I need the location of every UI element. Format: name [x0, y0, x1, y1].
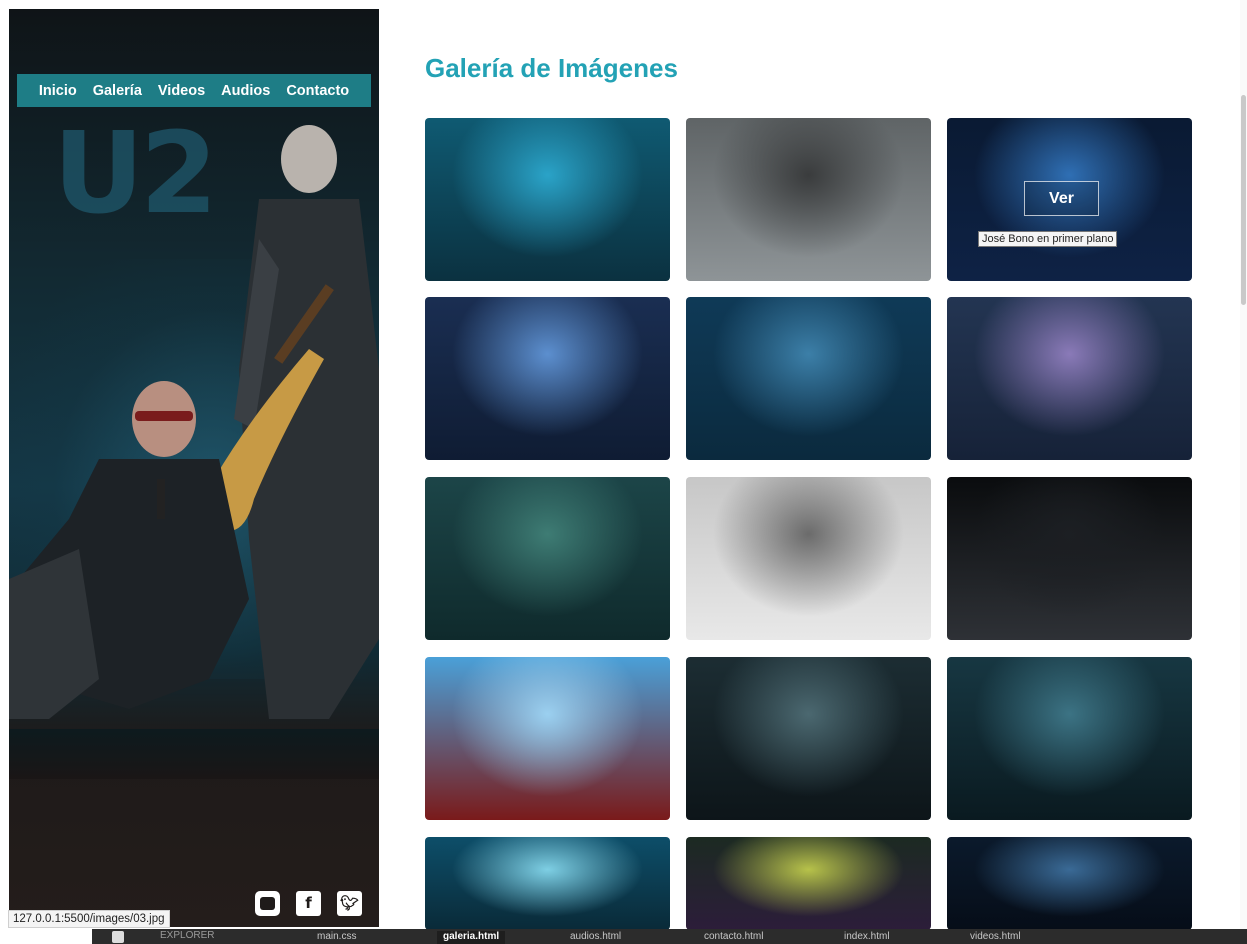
view-image-button[interactable]: Ver — [1024, 181, 1099, 216]
status-bar-url: 127.0.0.1:5500/images/03.jpg — [8, 910, 170, 928]
gallery-image-card[interactable] — [425, 657, 670, 820]
explorer-label[interactable]: EXPLORER — [160, 930, 214, 941]
singer-glasses — [135, 411, 193, 421]
page-scrollbar[interactable] — [1240, 0, 1247, 930]
sidebar: U2 Inicio Galería Videos Audios Contacto — [9, 9, 379, 927]
nav-item-videos[interactable]: Videos — [158, 83, 205, 99]
scrollbar-thumb[interactable] — [1241, 95, 1246, 305]
gallery-image — [425, 118, 670, 281]
page: U2 Inicio Galería Videos Audios Contacto — [0, 0, 1247, 944]
twitter-icon[interactable]: 🐦︎ — [337, 891, 362, 916]
gallery-image — [686, 477, 931, 640]
editor-tab[interactable]: videos.html — [970, 931, 1021, 944]
page-title: Galería de Imágenes — [425, 53, 678, 83]
gallery-image-card[interactable] — [425, 837, 670, 930]
gallery-image — [686, 837, 931, 930]
gallery-image-card[interactable] — [947, 477, 1192, 640]
gallery-image-card[interactable] — [947, 657, 1192, 820]
nav-item-inicio[interactable]: Inicio — [39, 83, 77, 99]
gallery-image-card[interactable] — [686, 657, 931, 820]
editor-tab[interactable]: contacto.html — [704, 931, 763, 944]
editor-tab-active[interactable]: galeria.html — [437, 931, 506, 944]
files-icon[interactable] — [112, 931, 124, 943]
main-nav: Inicio Galería Videos Audios Contacto — [17, 74, 371, 107]
editor-tab-bar: EXPLORER main.css galeria.html audios.ht… — [92, 929, 1247, 944]
editor-tab[interactable]: main.css — [317, 931, 356, 944]
gallery-image — [686, 118, 931, 281]
gallery-image — [686, 657, 931, 820]
youtube-icon[interactable] — [255, 891, 280, 916]
gallery-image — [947, 297, 1192, 460]
gallery-image — [947, 837, 1192, 930]
nav-item-audios[interactable]: Audios — [221, 83, 270, 99]
image-tooltip: José Bono en primer plano — [978, 231, 1118, 247]
gallery-image-card[interactable]: Ver — [947, 118, 1192, 281]
gallery-image-card[interactable] — [686, 477, 931, 640]
gallery-image — [425, 837, 670, 930]
gallery-image-card[interactable] — [686, 118, 931, 281]
editor-tab[interactable]: audios.html — [570, 931, 621, 944]
band-photo — [9, 125, 379, 719]
facebook-icon[interactable]: f — [296, 891, 321, 916]
gallery-image — [425, 477, 670, 640]
editor-tab[interactable]: index.html — [844, 931, 890, 944]
gallery-image-card[interactable] — [425, 477, 670, 640]
gallery-image — [425, 657, 670, 820]
guitarist-head — [281, 125, 337, 193]
stage-floor — [9, 729, 379, 779]
nav-item-galeria[interactable]: Galería — [93, 83, 142, 99]
gallery-image-card[interactable] — [947, 837, 1192, 930]
gallery-image-card[interactable] — [425, 297, 670, 460]
social-links: f 🐦︎ — [255, 891, 362, 916]
gallery-image-card[interactable] — [686, 837, 931, 930]
nav-item-contacto[interactable]: Contacto — [286, 83, 349, 99]
gallery-image — [947, 657, 1192, 820]
microphone — [157, 479, 165, 519]
gallery-image-card[interactable] — [947, 297, 1192, 460]
gallery-section: Galería de Imágenes Ver — [425, 0, 1215, 930]
gallery-image — [947, 477, 1192, 640]
gallery-image — [425, 297, 670, 460]
gallery-image — [686, 297, 931, 460]
gallery-image-card[interactable] — [686, 297, 931, 460]
gallery-image-card[interactable] — [425, 118, 670, 281]
